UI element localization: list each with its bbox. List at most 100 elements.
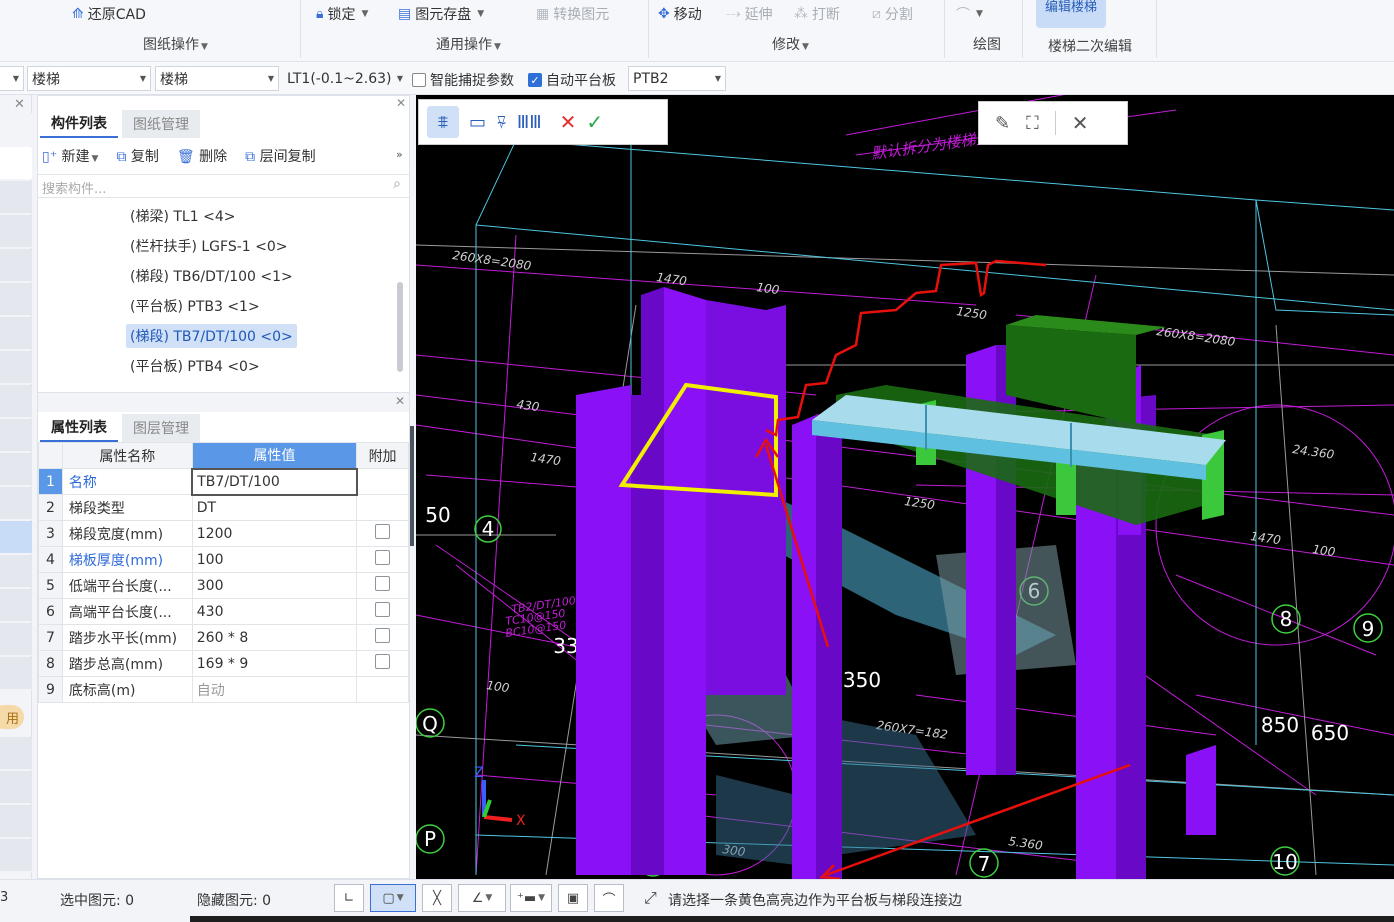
nav-cell[interactable] xyxy=(0,839,32,872)
snap-mode-button[interactable]: ▢ ▼ xyxy=(370,884,416,912)
property-row[interactable]: 5 低端平台长度(... 300 xyxy=(38,572,409,599)
nav-cell[interactable] xyxy=(0,147,32,180)
category-dropdown-2[interactable]: 楼梯 ▼ xyxy=(155,66,279,91)
extra-checkbox[interactable] xyxy=(375,576,391,591)
property-value[interactable]: DT xyxy=(191,494,358,521)
property-value[interactable]: 430 xyxy=(191,598,358,625)
angle-button[interactable]: ∠ ▼ xyxy=(458,884,506,912)
property-value[interactable]: 1200 xyxy=(191,520,358,547)
platform-icon[interactable]: ▭ xyxy=(469,112,486,133)
platform-dropdown[interactable]: PTB2 ▼ xyxy=(628,66,726,91)
property-value[interactable]: 100 xyxy=(191,546,358,573)
extra-cell[interactable] xyxy=(356,650,409,677)
delete-button[interactable]: 🗑︎ 删除 xyxy=(177,146,227,166)
nav-cell[interactable] xyxy=(0,805,32,838)
tab-layer-mgmt[interactable]: 图层管理 xyxy=(122,414,200,442)
3d-viewport[interactable]: 260X8=2080 1470 100 1250 260X8=2080 260X… xyxy=(416,95,1394,879)
offset-button[interactable]: ⁺▬ ▼ xyxy=(510,884,552,912)
move-button[interactable]: ✥ 移动 xyxy=(658,4,702,24)
extra-checkbox[interactable] xyxy=(375,524,391,539)
close-icon[interactable]: ✕ xyxy=(395,394,405,408)
nav-cell[interactable] xyxy=(0,181,32,214)
extra-checkbox[interactable] xyxy=(375,550,391,565)
close-icon[interactable]: ✕ xyxy=(396,96,406,110)
edit-stairs-button[interactable]: 编辑楼梯 xyxy=(1036,0,1106,28)
floor-copy-button[interactable]: ⧉ 层间复制 xyxy=(245,146,315,166)
smart-snap-checkbox[interactable] xyxy=(412,73,426,87)
nav-cell[interactable] xyxy=(0,555,32,588)
nav-cell[interactable] xyxy=(0,283,32,316)
nav-cell[interactable] xyxy=(0,737,32,770)
copy-button[interactable]: ⧉ 复制 xyxy=(116,146,158,166)
close-icon[interactable]: ✕ xyxy=(1072,111,1089,135)
property-value[interactable]: TB7/DT/100 xyxy=(191,467,358,496)
property-value[interactable]: 169 * 9 xyxy=(191,650,358,677)
extra-checkbox[interactable] xyxy=(375,602,391,617)
break-button[interactable]: ⁂ 打断 xyxy=(794,4,840,24)
auto-platform-checkbox[interactable]: ✓ xyxy=(528,73,542,87)
component-list-item[interactable]: (平台板) PTB4 <0> xyxy=(126,354,264,378)
restore-cad-button[interactable]: ⟰ 还原CAD xyxy=(72,4,146,24)
search-box[interactable]: 搜索构件... ⌕ xyxy=(38,174,409,198)
property-row[interactable]: 1 名称 TB7/DT/100 xyxy=(38,467,409,496)
search-input[interactable]: 搜索构件... xyxy=(42,178,106,197)
property-value[interactable]: 自动 xyxy=(191,676,358,703)
railing-icon[interactable]: ⍫ xyxy=(496,112,507,133)
extra-cell[interactable] xyxy=(356,520,409,547)
extend-button[interactable]: ⤏ 延伸 xyxy=(726,4,773,24)
component-list-item[interactable]: (梯段) TB7/DT/100 <0> xyxy=(126,324,297,348)
stair-flight-icon[interactable]: ⩨ xyxy=(427,106,459,138)
property-row[interactable]: 2 梯段类型 DT xyxy=(38,494,409,521)
nav-cell[interactable] xyxy=(0,113,32,146)
property-row[interactable]: 6 高端平台长度(... 430 xyxy=(38,598,409,625)
component-list-item[interactable]: (梯段) TB6/DT/100 <1> xyxy=(126,264,297,288)
nav-cell[interactable] xyxy=(0,249,32,282)
lock-button[interactable]: 🔒︎ 锁定 ▼ xyxy=(316,4,368,24)
use-badge[interactable]: 用 xyxy=(0,705,24,729)
nav-cell[interactable] xyxy=(0,589,32,622)
smart-snap-toggle[interactable]: 智能捕捉参数 xyxy=(412,70,514,90)
panel-resize-handle[interactable] xyxy=(410,426,414,546)
group-modify[interactable]: 修改 ▼ xyxy=(772,34,809,54)
confirm-icon[interactable]: ✓ xyxy=(586,110,603,134)
extra-cell[interactable] xyxy=(356,572,409,599)
property-row[interactable]: 9 底标高(m) 自动 xyxy=(38,676,409,703)
property-row[interactable]: 8 踏步总高(mm) 169 * 9 xyxy=(38,650,409,677)
property-row[interactable]: 3 梯段宽度(mm) 1200 xyxy=(38,520,409,547)
component-list-item[interactable]: (栏杆扶手) LGFS-1 <0> xyxy=(126,234,292,258)
viewport-canvas[interactable]: 260X8=2080 1470 100 1250 260X8=2080 260X… xyxy=(416,95,1394,879)
nav-cell[interactable] xyxy=(0,385,32,418)
stair-beam-icon[interactable]: ⅢⅢ xyxy=(517,112,542,133)
layer-dropdown[interactable]: ▼ xyxy=(0,66,24,91)
property-row[interactable]: 7 踏步水平长(mm) 260 * 8 xyxy=(38,624,409,651)
split-button[interactable]: ⧄ 分割 xyxy=(872,4,913,24)
property-value[interactable]: 300 xyxy=(191,572,358,599)
nav-cell[interactable] xyxy=(0,317,32,350)
convert-elements-button[interactable]: ▦ 转换图元 xyxy=(536,4,609,24)
new-button[interactable]: ▯⁺ 新建 ▼ xyxy=(42,146,98,166)
edit-icon[interactable]: ✎ xyxy=(995,113,1010,134)
save-elements-button[interactable]: ▤ 图元存盘 ▼ xyxy=(398,4,484,24)
extra-checkbox[interactable] xyxy=(375,628,391,643)
fit-view-icon[interactable]: ⛶ xyxy=(1026,113,1039,134)
category-dropdown-1[interactable]: 楼梯 ▼ xyxy=(27,66,151,91)
nav-cell[interactable] xyxy=(0,771,32,804)
nav-cell[interactable] xyxy=(0,657,32,690)
component-list-item[interactable]: (平台板) PTB3 <1> xyxy=(126,294,264,318)
extra-cell[interactable] xyxy=(356,546,409,573)
extra-checkbox[interactable] xyxy=(375,654,391,669)
nav-cell[interactable] xyxy=(0,419,32,452)
auto-platform-toggle[interactable]: ✓ 自动平台板 xyxy=(528,70,616,90)
floor-dropdown[interactable]: LT1(-0.1~2.63) ▼ xyxy=(283,66,407,91)
display-button[interactable]: ▣ xyxy=(558,884,588,912)
property-value[interactable]: 260 * 8 xyxy=(191,624,358,651)
tab-property-list[interactable]: 属性列表 xyxy=(40,414,118,442)
extra-cell[interactable] xyxy=(356,598,409,625)
list-scrollbar[interactable] xyxy=(397,282,403,372)
tab-drawing-mgmt[interactable]: 图纸管理 xyxy=(122,110,200,138)
extra-cell[interactable] xyxy=(356,624,409,651)
nav-cell[interactable] xyxy=(0,215,32,248)
property-row[interactable]: 4 梯板厚度(mm) 100 xyxy=(38,546,409,573)
curve-button[interactable]: ⌒ xyxy=(594,884,624,912)
tab-component-list[interactable]: 构件列表 xyxy=(40,110,118,138)
